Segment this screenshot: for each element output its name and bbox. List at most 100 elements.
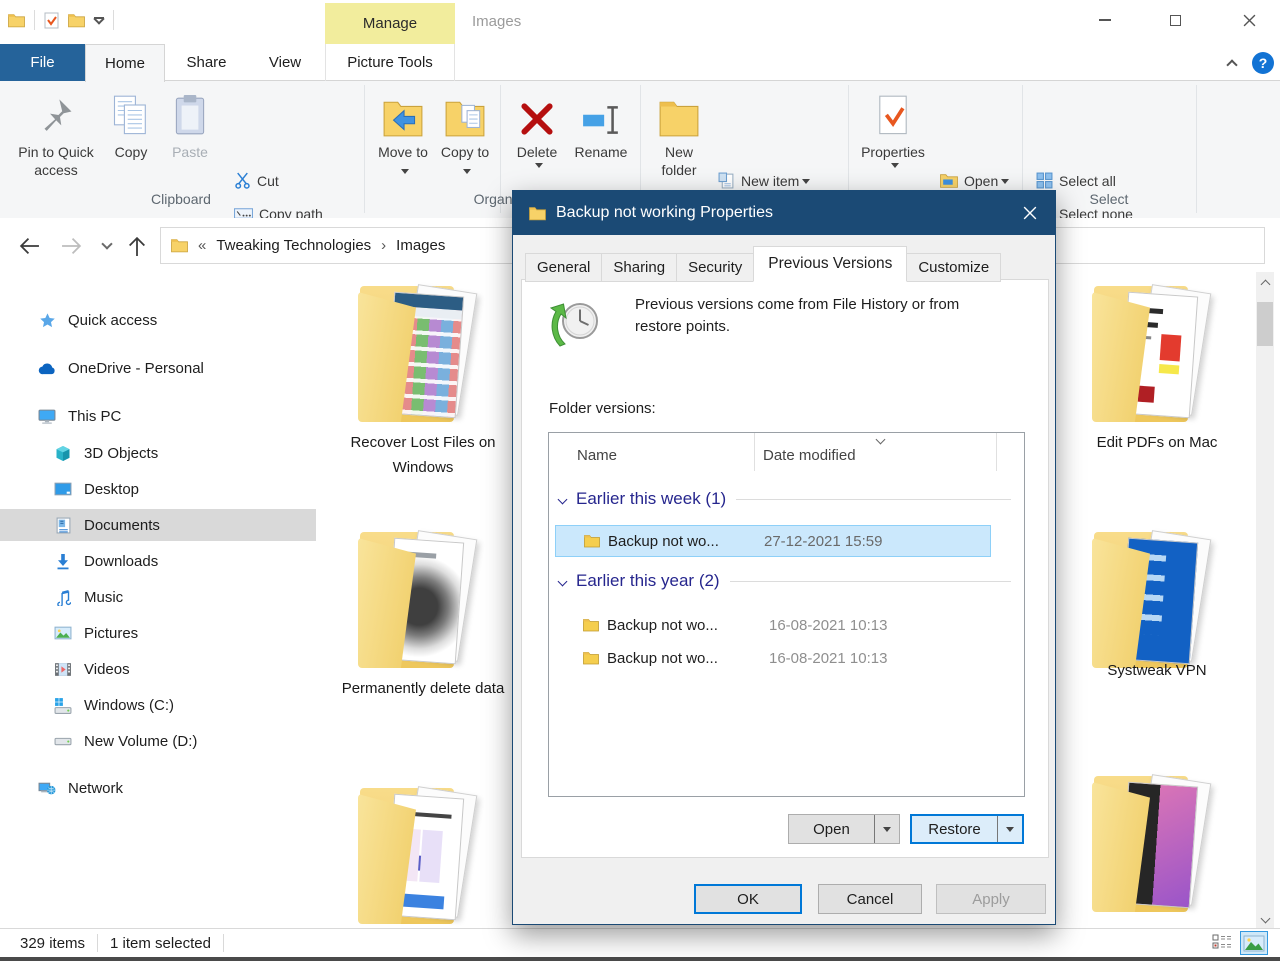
details-view-icon: [1212, 934, 1232, 952]
sidebar-item-videos[interactable]: Videos: [0, 653, 316, 685]
group-collapse-icon[interactable]: [558, 576, 568, 586]
sidebar-item-3d-objects[interactable]: 3D Objects: [0, 437, 316, 469]
cut-button[interactable]: Cut: [232, 167, 279, 194]
version-date: 16-08-2021 10:13: [769, 617, 887, 634]
folder-tile-recover-lost-files[interactable]: [344, 282, 504, 430]
dropdown-arrow-icon: [463, 169, 471, 174]
up-button[interactable]: [122, 232, 152, 260]
close-icon: [1243, 14, 1256, 27]
folder-tile-label[interactable]: Recover Lost Files on Windows: [338, 430, 508, 480]
tab-picture-tools[interactable]: Picture Tools: [325, 44, 455, 81]
status-bar: 329 items 1 item selected: [0, 928, 1280, 957]
group-header-earlier-this-year[interactable]: Earlier this year (2): [559, 571, 1011, 591]
minimize-button[interactable]: [1082, 0, 1128, 40]
column-header-name[interactable]: Name: [577, 447, 617, 464]
pictures-icon: [54, 626, 72, 640]
sidebar-item-network[interactable]: Network: [0, 772, 316, 804]
sidebar-item-new-volume-d[interactable]: New Volume (D:): [0, 725, 316, 757]
window-bottom-edge: [0, 957, 1280, 961]
folder-icon: [583, 618, 599, 632]
manage-contextual-tab[interactable]: Manage: [325, 3, 455, 44]
folder-tile-label[interactable]: Permanently delete data: [338, 676, 508, 701]
sidebar-item-this-pc[interactable]: This PC: [0, 400, 316, 432]
new-folder-qat-icon[interactable]: [68, 13, 85, 28]
column-header-date-modified[interactable]: Date modified: [763, 447, 856, 464]
group-collapse-icon[interactable]: [558, 494, 568, 504]
dialog-tab-sharing[interactable]: Sharing: [601, 253, 677, 282]
help-button[interactable]: ?: [1252, 52, 1274, 74]
collapse-ribbon-button[interactable]: [1218, 50, 1246, 76]
apply-button[interactable]: Apply: [936, 884, 1046, 914]
copy-icon: [111, 92, 151, 138]
details-view-button[interactable]: [1208, 931, 1236, 955]
previous-versions-info-text: Previous versions come from File History…: [635, 294, 1005, 338]
scroll-up-button[interactable]: [1256, 272, 1274, 292]
group-header-earlier-this-week[interactable]: Earlier this week (1): [559, 489, 1011, 509]
dialog-tab-previous-versions[interactable]: Previous Versions: [753, 246, 907, 282]
minimize-icon: [1099, 19, 1111, 21]
back-button[interactable]: [14, 232, 44, 260]
recent-locations-button[interactable]: [92, 232, 122, 260]
scroll-down-icon: [1260, 914, 1270, 924]
dropdown-arrow-icon: [1006, 827, 1014, 832]
open-dropdown-button[interactable]: [874, 815, 899, 843]
folder-tile-partial-bottom-left[interactable]: [344, 784, 504, 932]
folder-versions-list[interactable]: Name Date modified Earlier this week (1)…: [548, 432, 1025, 797]
folder-tile-edit-pdfs[interactable]: [1078, 282, 1238, 430]
version-date: 27-12-2021 15:59: [764, 533, 882, 550]
dialog-titlebar: Backup not working Properties: [513, 191, 1055, 235]
folder-tile-systweak-vpn[interactable]: [1078, 528, 1238, 676]
previous-versions-page: Previous versions come from File History…: [521, 279, 1049, 858]
tab-home[interactable]: Home: [85, 44, 165, 82]
chevron-down-icon: [101, 238, 112, 249]
group-separator: [1196, 85, 1197, 213]
folder-icon: [584, 534, 600, 548]
folder-tile-label[interactable]: Edit PDFs on Mac: [1072, 430, 1242, 455]
scroll-down-button[interactable]: [1256, 915, 1274, 922]
vertical-scrollbar[interactable]: [1256, 272, 1274, 928]
folder-tile-permanently-delete[interactable]: [344, 528, 504, 676]
sidebar-item-windows-c[interactable]: Windows (C:): [0, 689, 316, 721]
cancel-button[interactable]: Cancel: [818, 884, 922, 914]
thumbnail-view-button[interactable]: [1240, 931, 1268, 955]
sidebar-item-onedrive[interactable]: OneDrive - Personal: [0, 352, 316, 384]
tab-file[interactable]: File: [0, 44, 85, 81]
group-header-rule: [730, 581, 1011, 582]
dialog-close-button[interactable]: [1011, 195, 1049, 231]
sidebar-item-desktop[interactable]: Desktop: [0, 473, 316, 505]
version-row[interactable]: Backup not wo... 16-08-2021 10:13: [555, 609, 991, 641]
open-version-button[interactable]: Open: [788, 814, 900, 844]
maximize-button[interactable]: [1152, 0, 1198, 40]
dialog-tab-security[interactable]: Security: [676, 253, 754, 282]
breadcrumb-overflow[interactable]: «: [196, 237, 208, 254]
version-row[interactable]: Backup not wo... 16-08-2021 10:13: [555, 642, 991, 674]
breadcrumb-current[interactable]: Images: [396, 237, 445, 254]
dialog-tab-general[interactable]: General: [525, 253, 602, 282]
ok-button[interactable]: OK: [694, 884, 802, 914]
toolbar-separator: [113, 10, 114, 30]
scrollbar-thumb[interactable]: [1257, 302, 1273, 346]
dropdown-arrow-icon: [883, 827, 891, 832]
customize-qat-chevron-icon[interactable]: [94, 17, 104, 23]
tab-view[interactable]: View: [248, 44, 322, 81]
maximize-icon: [1170, 15, 1181, 26]
tab-share[interactable]: Share: [165, 44, 248, 81]
sidebar-item-downloads[interactable]: Downloads: [0, 545, 316, 577]
close-button[interactable]: [1226, 0, 1272, 40]
properties-check-icon[interactable]: [44, 12, 59, 29]
breadcrumb-root[interactable]: Tweaking Technologies: [216, 237, 371, 254]
3d-objects-icon: [54, 445, 72, 462]
sidebar-item-quick-access[interactable]: Quick access: [0, 304, 316, 336]
restore-dropdown-button[interactable]: [997, 816, 1022, 842]
sidebar-item-music[interactable]: Music: [0, 581, 316, 613]
forward-button[interactable]: [56, 232, 86, 260]
version-row-selected[interactable]: Backup not wo... 27-12-2021 15:59: [555, 525, 991, 557]
ribbon-tab-row: File Home Share View Picture Tools: [0, 44, 1280, 81]
restore-version-button[interactable]: Restore: [910, 814, 1024, 844]
sidebar-item-pictures[interactable]: Pictures: [0, 617, 316, 649]
sidebar-item-documents[interactable]: Documents: [0, 509, 316, 541]
status-separator: [97, 934, 98, 952]
folder-tile-partial-bottom-right[interactable]: [1078, 772, 1238, 920]
folder-tile-label[interactable]: Systweak VPN: [1072, 658, 1242, 683]
dialog-tab-customize[interactable]: Customize: [906, 253, 1001, 282]
